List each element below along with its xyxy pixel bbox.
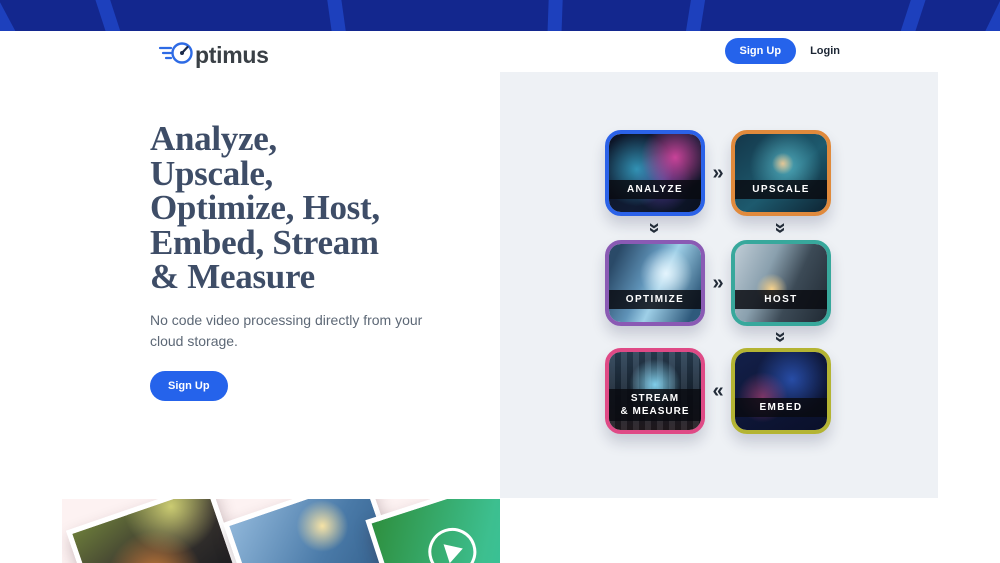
- tile-label: STREAM & MEASURE: [609, 389, 701, 421]
- banner-stripe: [325, 0, 349, 31]
- tile-label: EMBED: [735, 398, 827, 417]
- chevron-down-icon: »: [644, 222, 666, 234]
- tile-label: HOST: [735, 290, 827, 309]
- banner-stripe: [0, 0, 24, 31]
- header-nav: Sign Up Login: [724, 38, 840, 64]
- login-link[interactable]: Login: [810, 45, 840, 57]
- chevron-down-icon: »: [770, 222, 792, 234]
- tile-upscale: UPSCALE: [731, 130, 831, 216]
- embed-image: [735, 352, 827, 430]
- hero-section: Analyze, Upscale, Optimize, Host, Embed,…: [150, 119, 480, 401]
- hero-subheading: No code video processing directly from y…: [150, 311, 423, 349]
- play-icon: [443, 538, 466, 563]
- banner-stripe: [682, 0, 708, 31]
- analyze-image: [609, 134, 701, 212]
- chevron-right-icon: »: [712, 162, 724, 184]
- logo[interactable]: ptimus: [158, 39, 269, 72]
- workflow-grid: ANALYZE » UPSCALE » » OPTIMIZE » HOST » …: [605, 130, 938, 434]
- header: ptimus Sign Up Login: [0, 31, 1000, 75]
- media-strip: [62, 499, 500, 563]
- workflow-panel: ANALYZE » UPSCALE » » OPTIMIZE » HOST » …: [500, 72, 938, 498]
- tile-optimize: OPTIMIZE: [605, 240, 705, 326]
- chevron-down-icon: »: [770, 331, 792, 343]
- tile-label: ANALYZE: [609, 180, 701, 199]
- tile-label: UPSCALE: [735, 180, 827, 199]
- optimize-image: [609, 244, 701, 322]
- page-title: Analyze, Upscale, Optimize, Host, Embed,…: [150, 119, 380, 296]
- tile-host: HOST: [731, 240, 831, 326]
- chevron-right-icon: »: [712, 272, 724, 294]
- hero-signup-button[interactable]: Sign Up: [150, 370, 228, 401]
- banner-stripe: [977, 0, 1000, 31]
- logo-text: ptimus: [195, 42, 269, 68]
- leaves-photo: [365, 499, 500, 563]
- chevron-left-icon: «: [712, 380, 724, 402]
- tile-stream-measure: STREAM & MEASURE: [605, 348, 705, 434]
- upscale-image: [735, 134, 827, 212]
- tile-label: OPTIMIZE: [609, 290, 701, 309]
- host-image: [735, 244, 827, 322]
- banner-stripe: [894, 0, 930, 31]
- top-banner: [0, 0, 1000, 31]
- banner-stripe: [91, 0, 127, 31]
- speedometer-icon: [158, 39, 194, 72]
- play-button[interactable]: [422, 521, 483, 563]
- tile-embed: EMBED: [731, 348, 831, 434]
- banner-stripe: [546, 0, 564, 31]
- tile-analyze: ANALYZE: [605, 130, 705, 216]
- signup-button[interactable]: Sign Up: [724, 38, 797, 64]
- city-photo: [65, 499, 247, 563]
